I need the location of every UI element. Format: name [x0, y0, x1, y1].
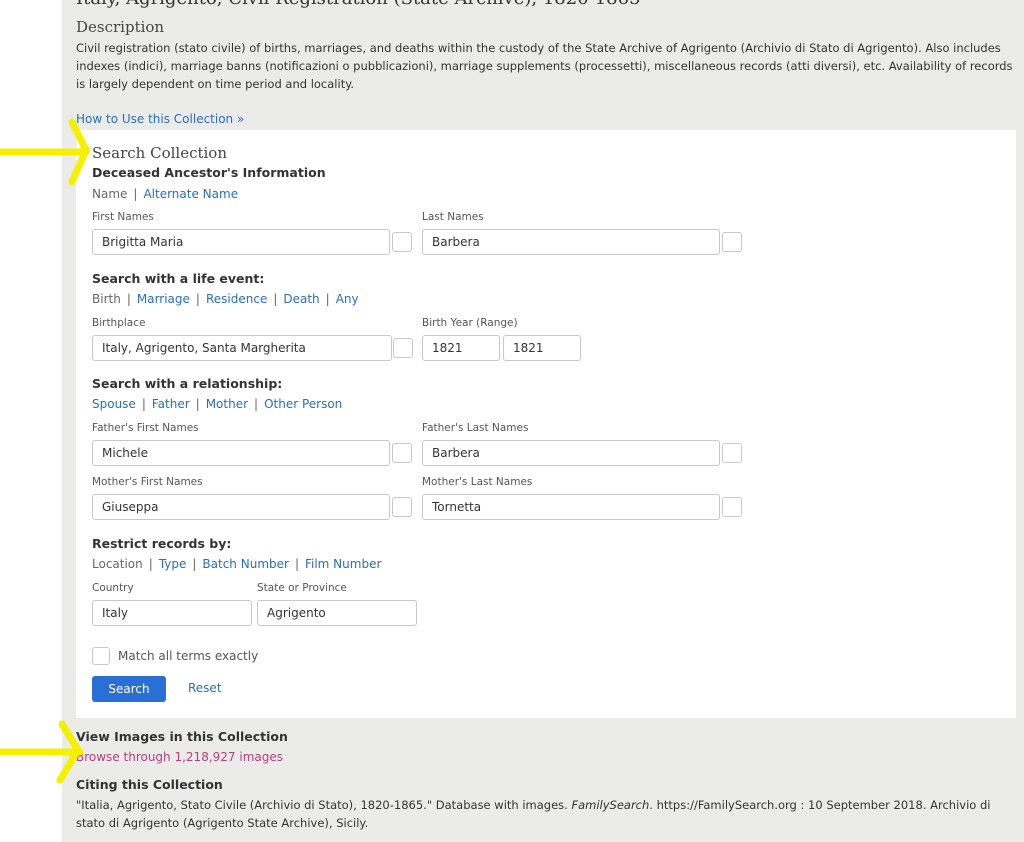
- highlight-arrows: [0, 118, 90, 784]
- highlight-arrow-bottom: [0, 720, 84, 784]
- highlight-arrow-top: [0, 118, 90, 186]
